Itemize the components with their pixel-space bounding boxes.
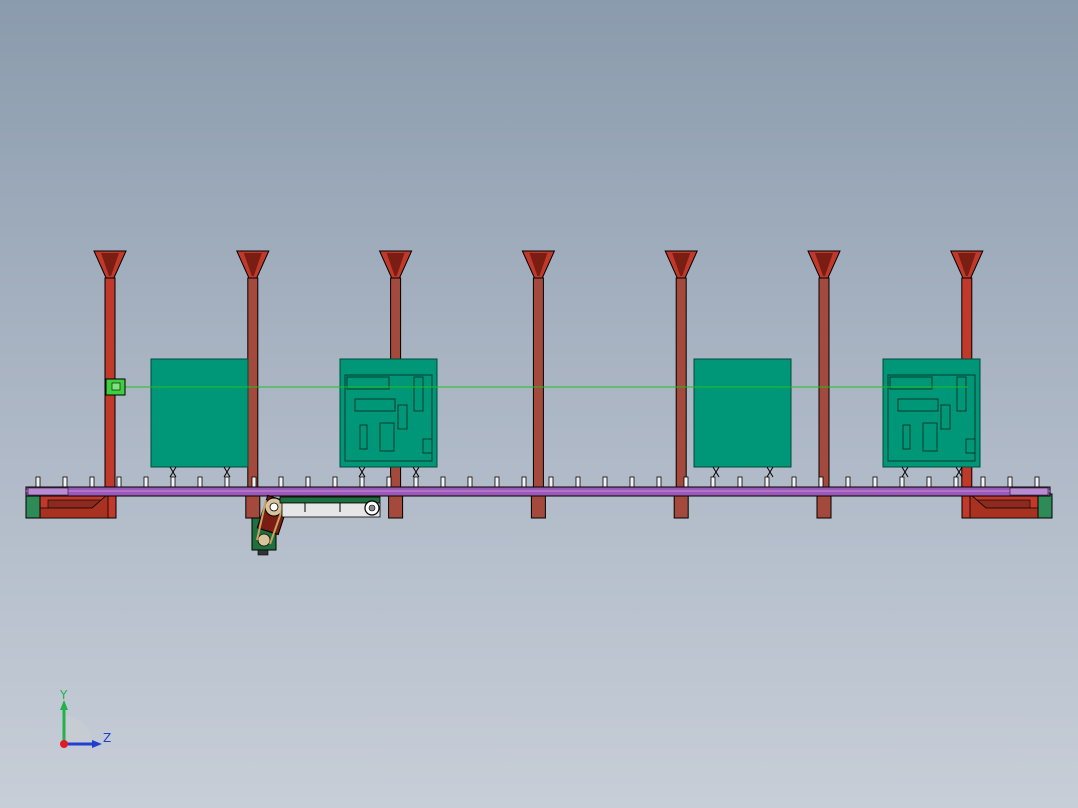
rail-pin [197, 476, 203, 488]
rail-pin [656, 476, 662, 488]
rail-pin [548, 476, 554, 488]
rail-pin [332, 476, 338, 488]
post-column [247, 277, 259, 494]
conveyor-rail[interactable] [25, 486, 1051, 497]
rail-pin [62, 476, 68, 488]
support-post [521, 250, 556, 494]
drive-belt-conveyor[interactable] [279, 496, 381, 518]
post-foot [388, 495, 404, 519]
panel-board [693, 358, 792, 478]
rail-pin [386, 476, 392, 488]
post-column [675, 277, 687, 494]
rail-pin [953, 476, 959, 488]
panel-board [882, 358, 981, 478]
rail-pin [224, 476, 230, 488]
right-base-frame [961, 493, 1053, 519]
panel-hook [712, 466, 720, 478]
z-axis-label: Z [103, 731, 112, 745]
y-axis-label: Y [60, 688, 68, 702]
support-post [807, 250, 841, 494]
post-foot [245, 495, 261, 519]
post-foot [673, 495, 689, 519]
rail-pin [818, 476, 824, 488]
rail-pin [764, 476, 770, 488]
rail-pin [899, 476, 905, 488]
rail-pin [413, 476, 419, 488]
assembly-model[interactable] [0, 0, 1078, 808]
rail-pin [872, 476, 878, 488]
panel-hook [358, 466, 366, 478]
panel-hook [223, 466, 231, 478]
rail-pin [278, 476, 284, 488]
panel-hook [169, 466, 177, 478]
rail-pin [359, 476, 365, 488]
rail-pin [791, 476, 797, 488]
rail-pin [143, 476, 149, 488]
rail-pin [440, 476, 446, 488]
support-post [664, 250, 698, 494]
panel-body [693, 358, 792, 468]
rail-pin [521, 476, 527, 488]
rail-pin [575, 476, 581, 488]
rail-pin [602, 476, 608, 488]
rail-pin [494, 476, 500, 488]
panel-body [150, 358, 249, 468]
panel-board [339, 358, 438, 478]
rail-pin [845, 476, 851, 488]
rail-pin [251, 476, 257, 488]
rail-pin [1034, 476, 1040, 488]
rail-pin [467, 476, 473, 488]
sensor-block[interactable] [105, 378, 126, 396]
graphics-viewport[interactable]: Y Z [0, 0, 1078, 808]
rail-pin [926, 476, 932, 488]
panel-board [150, 358, 249, 478]
rail-pin [35, 476, 41, 488]
rail-pin [89, 476, 95, 488]
panels [150, 358, 981, 478]
post-foot [530, 495, 546, 519]
panel-hook [412, 466, 420, 478]
rail-pin [116, 476, 122, 488]
panel-hook [955, 466, 963, 478]
axis-triad[interactable] [60, 700, 102, 748]
rail-pin [1007, 476, 1013, 488]
x-axis-dot [60, 740, 68, 748]
rail-pin [710, 476, 716, 488]
panel-hook [766, 466, 774, 478]
panel-hook [901, 466, 909, 478]
rail-pin [683, 476, 689, 488]
rail-pin [737, 476, 743, 488]
support-post [93, 250, 127, 494]
rail-pin [170, 476, 176, 488]
rail-pin [980, 476, 986, 488]
post-foot [816, 495, 832, 519]
post-column [818, 277, 830, 494]
left-base-frame [25, 493, 117, 519]
post-column [532, 277, 544, 494]
rail-pin [305, 476, 311, 488]
rail-pin [629, 476, 635, 488]
